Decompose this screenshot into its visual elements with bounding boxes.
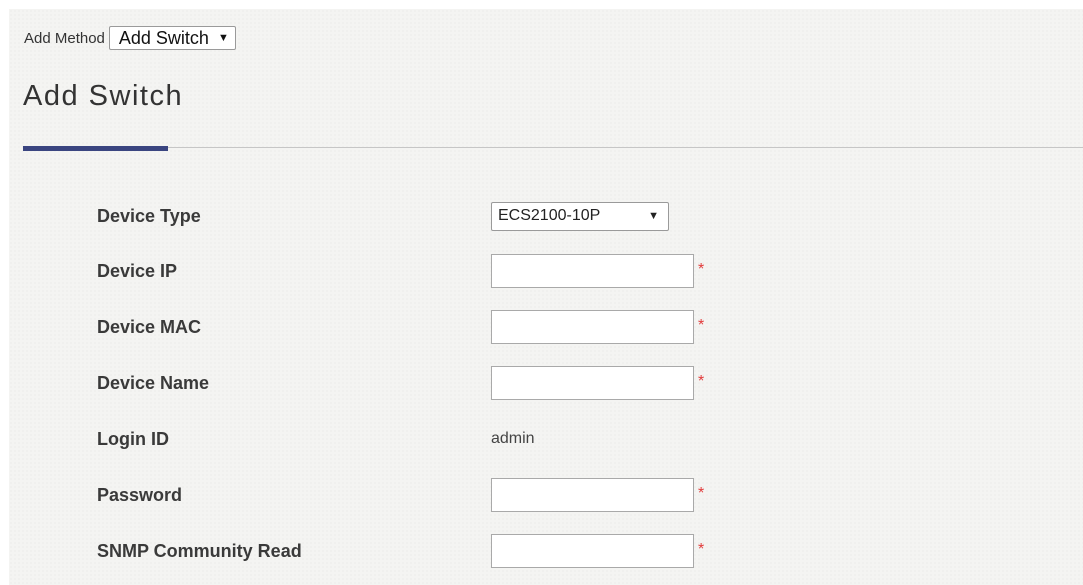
snmp-community-read-input[interactable]: [491, 534, 694, 568]
form-row-login-id: Login ID admin: [97, 422, 797, 456]
required-marker: *: [698, 373, 705, 390]
password-label: Password: [97, 485, 183, 505]
password-control: *: [491, 478, 704, 512]
page-title: Add Switch: [23, 80, 184, 112]
add-method-selected-value: Add Switch: [118, 27, 209, 48]
form-row-device-type: Device Type ECS2100-10P ▼: [97, 199, 797, 233]
device-mac-label: Device MAC: [97, 317, 202, 337]
form-row-snmp-community-read: SNMP Community Read *: [97, 534, 797, 568]
title-divider: [23, 147, 1083, 148]
device-name-input[interactable]: [491, 366, 694, 400]
required-marker: *: [698, 261, 705, 278]
snmp-community-read-label: SNMP Community Read: [97, 541, 302, 561]
title-divider-accent: [23, 146, 168, 151]
required-marker: *: [698, 541, 705, 558]
required-marker: *: [698, 317, 705, 334]
device-name-label: Device Name: [97, 373, 210, 393]
device-type-selected-value: ECS2100-10P: [498, 207, 601, 224]
device-name-control: *: [491, 366, 704, 400]
snmp-community-read-control: *: [491, 534, 704, 568]
device-mac-control: *: [491, 310, 704, 344]
add-method-row: Add Method Add Switch ▼: [24, 25, 236, 51]
device-ip-control: *: [491, 254, 704, 288]
form-row-device-name: Device Name *: [97, 366, 797, 400]
login-id-value: admin: [491, 430, 535, 447]
form-row-password: Password *: [97, 478, 797, 512]
device-mac-input[interactable]: [491, 310, 694, 344]
device-type-control: ECS2100-10P ▼: [491, 199, 669, 233]
login-id-label: Login ID: [97, 429, 169, 449]
dropdown-arrow-icon: ▼: [217, 32, 229, 44]
device-type-label: Device Type: [97, 206, 201, 226]
form-row-device-mac: Device MAC *: [97, 310, 797, 344]
add-method-select[interactable]: Add Switch ▼: [108, 26, 236, 50]
add-method-label: Add Method: [24, 29, 105, 47]
dropdown-arrow-icon: ▼: [648, 210, 659, 222]
device-type-select[interactable]: ECS2100-10P ▼: [491, 201, 669, 231]
required-marker: *: [698, 485, 705, 502]
password-input[interactable]: [491, 478, 694, 512]
device-ip-input[interactable]: [491, 254, 694, 288]
form-row-device-ip: Device IP *: [97, 254, 797, 288]
login-id-control: admin: [491, 422, 535, 456]
device-ip-label: Device IP: [97, 261, 178, 281]
